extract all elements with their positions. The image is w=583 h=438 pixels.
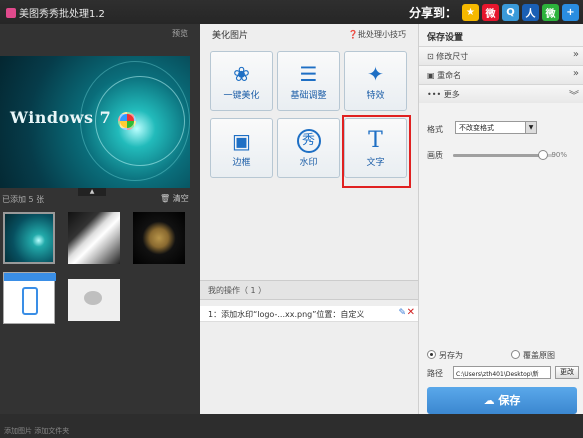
format-label: 格式: [427, 125, 443, 134]
tool-label: 基础调整: [290, 91, 327, 101]
section-rename[interactable]: ▣ 重命名 »: [419, 65, 583, 84]
save-button[interactable]: ☁ 保存: [427, 387, 577, 414]
save-as-radio[interactable]: [427, 350, 436, 359]
image-list-panel: 预览 Windows 7 ▲ 已添加 5 张 🗑 清空 添加图片 添加文件夹: [0, 24, 200, 435]
bottom-toolbar[interactable]: 添加图片 添加文件夹: [0, 426, 200, 438]
thumbnail-screenshot[interactable]: [3, 272, 56, 324]
section-resize[interactable]: ⊡ 修改尺寸 »: [419, 46, 583, 65]
operation-item[interactable]: 1：添加水印“logo-...xx.png”位置：自定义 ✎ ✕: [200, 306, 418, 322]
windows-logo-icon: [118, 112, 136, 130]
section-label: 更多: [443, 90, 460, 99]
tool-one-click-beautify[interactable]: ❀ 一键美化: [210, 51, 273, 111]
thumbnail-phone[interactable]: [68, 212, 120, 264]
main-preview-image: Windows 7: [0, 56, 190, 188]
overwrite-label: 覆盖原图: [523, 351, 555, 360]
path-field[interactable]: C:\Users\zth401\Desktop\新: [453, 366, 551, 379]
help-icon: ❓: [348, 29, 358, 39]
quality-value: 90%: [551, 151, 567, 159]
cloud-upload-icon: ☁: [483, 394, 495, 407]
tool-label: 边框: [232, 158, 251, 168]
tool-label: 特效: [366, 91, 385, 101]
clear-button[interactable]: 🗑 清空: [160, 193, 189, 204]
format-select[interactable]: 不改变格式 ▼: [455, 121, 537, 134]
delete-x-icon[interactable]: ✕: [407, 307, 415, 318]
tencent-weibo-icon[interactable]: Q: [502, 4, 519, 21]
collapse-toggle[interactable]: ▲: [78, 188, 106, 196]
trash-icon: 🗑: [160, 194, 171, 203]
beautify-header: 美化图片 ❓批处理小技巧: [200, 24, 418, 44]
tool-watermark[interactable]: 秀 水印: [277, 118, 340, 178]
overwrite-option[interactable]: 覆盖原图: [511, 350, 555, 361]
tips-label: 批处理小技巧: [358, 29, 406, 39]
title-bar: 美图秀秀批处理1.2 分享到： ★ 微 Q 人 微 +: [0, 0, 583, 24]
quality-slider-fill: [453, 154, 543, 157]
tool-label: 水印: [299, 158, 318, 168]
preview-text: Windows 7: [10, 108, 112, 127]
app-title-text: 美图秀秀批处理1.2: [19, 9, 105, 20]
share-bar: 分享到： ★ 微 Q 人 微 +: [409, 4, 579, 21]
path-label: 路径: [427, 369, 443, 378]
operation-text: 1：添加水印“logo-...xx.png”位置：自定义: [208, 310, 365, 319]
more-icon[interactable]: +: [562, 4, 579, 21]
section-label: 修改尺寸: [436, 52, 469, 61]
basic-adjust-icon: ☰: [299, 62, 318, 86]
section-more[interactable]: ••• 更多 ︾: [419, 84, 583, 103]
phone-outline-decoration: [22, 287, 38, 315]
weibo-icon[interactable]: 微: [482, 4, 499, 21]
beautify-title: 美化图片: [212, 30, 249, 41]
quality-label: 画质: [427, 151, 443, 160]
app-logo-icon: [6, 8, 16, 18]
tool-basic-adjust[interactable]: ☰ 基础调整: [277, 51, 340, 111]
tips-link[interactable]: ❓批处理小技巧: [348, 29, 406, 40]
save-as-option[interactable]: 另存为: [427, 350, 463, 361]
quality-slider-knob[interactable]: [538, 150, 548, 160]
thumbnail-usb[interactable]: [133, 212, 185, 264]
effects-wand-icon: ✦: [367, 62, 384, 86]
format-value: 不改变格式: [459, 124, 494, 132]
quality-slider[interactable]: [453, 150, 553, 160]
save-as-label: 另存为: [439, 351, 463, 360]
change-path-button[interactable]: 更改: [555, 366, 579, 379]
wechat-icon[interactable]: 微: [542, 4, 559, 21]
tool-effects[interactable]: ✦ 特效: [344, 51, 407, 111]
expand-arrow-icon: »: [572, 49, 579, 60]
app-title: 美图秀秀批处理1.2: [6, 5, 105, 20]
resize-icon: ⊡: [427, 52, 434, 61]
collapse-arrow-icon: ︾: [569, 91, 579, 102]
thumbnail-windows7[interactable]: [3, 212, 55, 264]
one-click-beautify-icon: ❀: [233, 62, 250, 86]
tool-frame[interactable]: ▣ 边框: [210, 118, 273, 178]
watermark-icon: 秀: [296, 129, 321, 153]
renren-icon[interactable]: 人: [522, 4, 539, 21]
wechat-logo-icon: [84, 291, 102, 305]
operations-header: 我的操作（ 1 ）: [200, 280, 418, 300]
tool-label: 一键美化: [223, 91, 260, 101]
text-tool-highlight: [342, 115, 411, 188]
thumbnail-wechat[interactable]: [68, 279, 120, 321]
frame-icon: ▣: [232, 129, 251, 153]
clear-label: 清空: [172, 194, 189, 203]
added-count: 已添加 5 张: [2, 195, 45, 204]
save-settings-panel: 保存设置 ⊡ 修改尺寸 » ▣ 重命名 » ••• 更多 ︾ 格式 不改变格式 …: [418, 24, 583, 414]
share-label: 分享到：: [408, 6, 457, 20]
save-button-label: 保存: [498, 394, 521, 407]
overwrite-radio[interactable]: [511, 350, 520, 359]
section-label: 重命名: [437, 71, 462, 80]
edit-pencil-icon[interactable]: ✎: [398, 308, 406, 318]
qzone-icon[interactable]: ★: [462, 4, 479, 21]
preview-link[interactable]: 预览: [172, 28, 188, 39]
rename-icon: ▣: [427, 71, 435, 80]
more-dots-icon: •••: [427, 90, 442, 99]
save-settings-title: 保存设置: [427, 33, 464, 43]
beautify-panel: 美化图片 ❓批处理小技巧 ❀ 一键美化 ☰ 基础调整 ✦ 特效 ▣ 边框 秀 水…: [200, 24, 418, 414]
expand-arrow-icon: »: [572, 68, 579, 79]
thumb-header-decoration: [4, 273, 56, 281]
dropdown-arrow-icon: ▼: [525, 122, 536, 133]
